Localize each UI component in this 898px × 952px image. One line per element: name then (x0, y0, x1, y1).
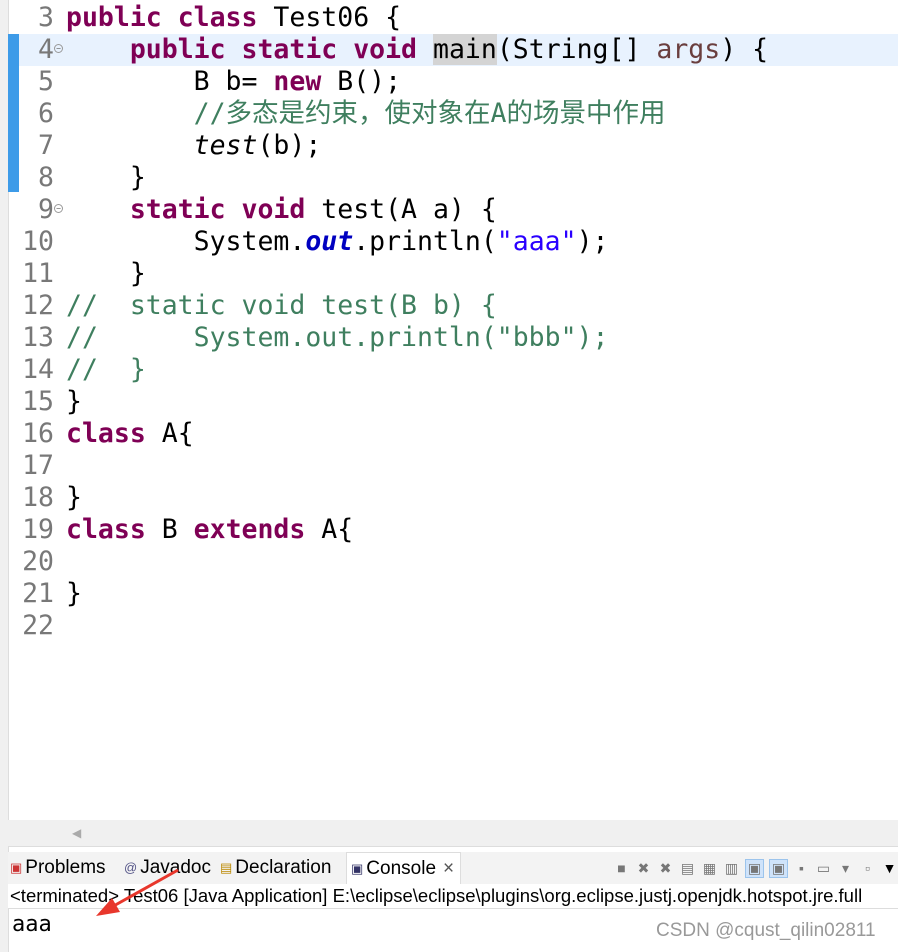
annotation-arrow-icon (96, 868, 179, 916)
